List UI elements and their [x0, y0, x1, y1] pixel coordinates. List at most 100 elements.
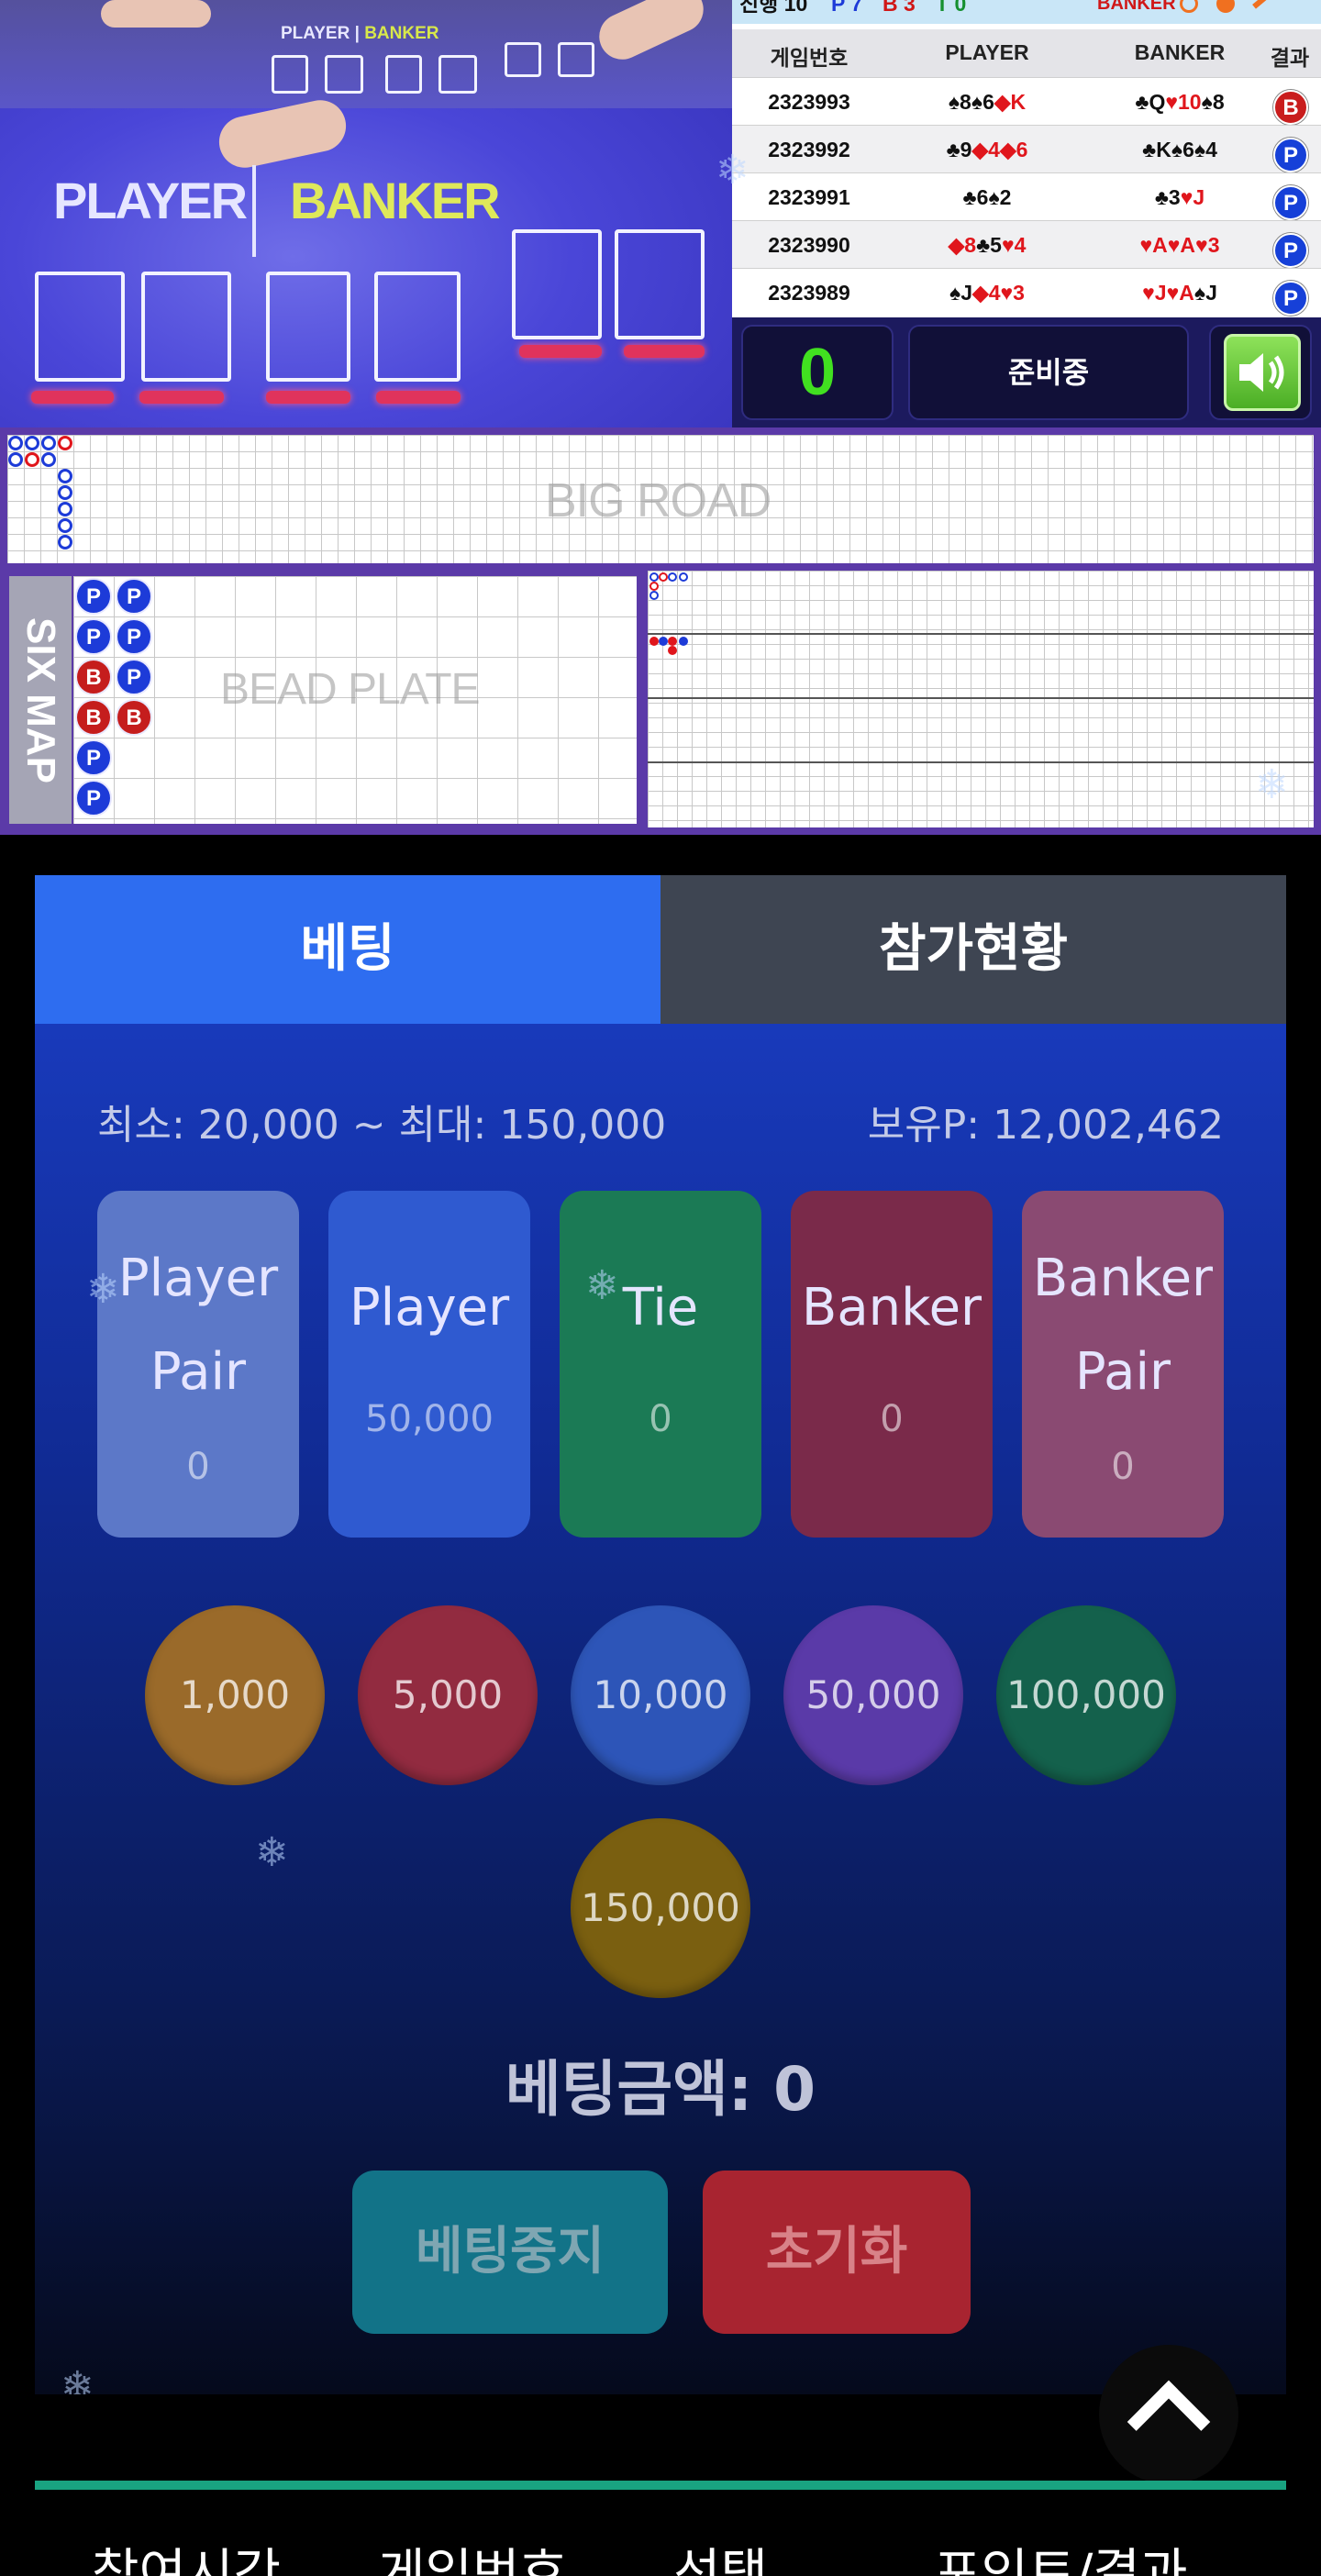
bet-option-amount: 50,000 [365, 1398, 494, 1440]
table-led [519, 345, 602, 358]
big-road-marker [41, 436, 56, 450]
small-road-marker [659, 637, 668, 646]
banker-cards: ♣Q♥10♠8 [1088, 90, 1271, 115]
card: ♠6 [971, 90, 994, 114]
card: ◆4 [972, 281, 1001, 305]
banker-card-slot [615, 229, 705, 339]
result-row: 2323991 ♣6♠2 ♣3♥J P [732, 172, 1321, 220]
bet-option-4[interactable]: Banker 0 [791, 1191, 993, 1538]
speaker-icon [1239, 353, 1284, 392]
bet-option-amount: 0 [1111, 1446, 1135, 1488]
big-road-marker [58, 518, 72, 533]
small-road-marker [668, 646, 677, 655]
result-badge: P [1273, 185, 1308, 220]
banker-card-slot [512, 229, 602, 339]
col-player: PLAYER [945, 40, 1029, 64]
game-number: 2323990 [768, 233, 850, 257]
game-number: 2323991 [768, 185, 850, 209]
chip-6[interactable]: 150,000 [571, 1818, 750, 1998]
player-card-slot [374, 272, 461, 382]
chip-3[interactable]: 10,000 [571, 1605, 750, 1785]
status-bar: 진행 10 P 7 B 3 T 0 BANKER [732, 0, 1321, 24]
card: ♣5 [976, 233, 1002, 257]
game-number: 2323989 [768, 281, 850, 305]
bead-marker: B [75, 699, 112, 736]
big-road-marker [58, 436, 72, 450]
tab-participants[interactable]: 참가현황 [660, 875, 1286, 1024]
table-led [376, 391, 461, 404]
col-result: 결과 [1270, 46, 1310, 70]
chip-5[interactable]: 100,000 [996, 1605, 1176, 1785]
card: ♥A [1166, 281, 1194, 305]
bet-option-label: Banker [1032, 1249, 1214, 1308]
bet-option-5[interactable]: Banker Pair 0 [1022, 1191, 1224, 1538]
tab-betting[interactable]: 베팅 [35, 875, 660, 1024]
card: ♥3 [1195, 233, 1220, 257]
result-row: 2323990 ◆8♣5♥4 ♥A♥A♥3 P [732, 220, 1321, 268]
small-road-marker [649, 572, 659, 582]
bet-option-2[interactable]: Player 50,000 [328, 1191, 530, 1538]
scroll-top-button[interactable] [1099, 2345, 1238, 2484]
roadmaps: BIG ROAD SIX MAP BEAD PLATE PPBBPPPPPB [0, 427, 1321, 835]
card: ◆4 [971, 138, 1000, 161]
history-col-game-no: 게임번호 [378, 2544, 568, 2576]
bead-marker: P [116, 578, 152, 615]
status-right-label: BANKER [1097, 0, 1176, 14]
card: ♠J [949, 281, 973, 305]
small-road-marker [649, 582, 659, 591]
six-map-label: SIX MAP [9, 576, 72, 824]
card: ♠8 [948, 90, 971, 114]
table-divider [252, 165, 256, 257]
chip-1[interactable]: 1,000 [145, 1605, 325, 1785]
small-road-marker [668, 637, 677, 646]
bead-marker: P [75, 780, 112, 816]
road-separator [648, 633, 1314, 635]
big-road-marker [58, 502, 72, 516]
bead-marker: P [75, 739, 112, 776]
road-separator [648, 761, 1314, 763]
bet-option-1[interactable]: Player Pair 0 [97, 1191, 299, 1538]
snowflake-icon: ❄ [585, 1262, 619, 1309]
player-card-slot [35, 272, 125, 382]
stop-betting-button[interactable]: 베팅중지 [352, 2171, 668, 2334]
bet-option-amount: 0 [880, 1398, 904, 1440]
player-count: P 7 [831, 0, 863, 16]
top-card-slot [558, 42, 594, 77]
round-status: 준비중 [908, 325, 1189, 420]
card: ♣3 [1154, 185, 1181, 209]
table-label: PLAYER BANKER [53, 172, 501, 229]
banker-cards: ♥J♥A♠J [1088, 281, 1271, 305]
card: ♠6 [1171, 138, 1194, 161]
round-count: 진행 10 [739, 0, 808, 16]
snowflake-icon: ❄ [1255, 761, 1289, 808]
result-badge: P [1273, 281, 1308, 316]
banker-cards: ♥A♥A♥3 [1088, 233, 1271, 258]
chevron-up-icon [1127, 2380, 1211, 2464]
road-separator [648, 697, 1314, 699]
top-card-slot [272, 55, 308, 94]
bet-option-label: Player [117, 1249, 279, 1308]
top-label: PLAYER | BANKER [281, 24, 439, 43]
bet-option-3[interactable]: Tie 0 [560, 1191, 761, 1538]
big-road: BIG ROAD [7, 435, 1314, 563]
big-road-marker [25, 436, 39, 450]
small-road-marker [668, 572, 677, 582]
history-col-choice: 선택 [673, 2544, 769, 2576]
bead-plate: BEAD PLATE PPBBPPPPPB [73, 576, 637, 824]
sound-toggle-button[interactable] [1224, 334, 1301, 411]
dealer-hand-left [101, 0, 211, 28]
reset-button[interactable]: 초기화 [703, 2171, 971, 2334]
big-road-marker [58, 535, 72, 550]
game-number: 2323993 [768, 90, 850, 114]
card: ♣K [1142, 138, 1171, 161]
chip-2[interactable]: 5,000 [358, 1605, 538, 1785]
table-led [31, 391, 114, 404]
top-card-slot [505, 42, 541, 77]
chip-4[interactable]: 50,000 [783, 1605, 963, 1785]
bet-option-amount: 0 [649, 1398, 672, 1440]
bet-option-amount: 0 [186, 1446, 210, 1488]
bead-marker: P [75, 618, 112, 655]
dot-marker-icon [1216, 0, 1235, 13]
circle-marker-icon [1180, 0, 1198, 13]
bead-marker: P [116, 618, 152, 655]
